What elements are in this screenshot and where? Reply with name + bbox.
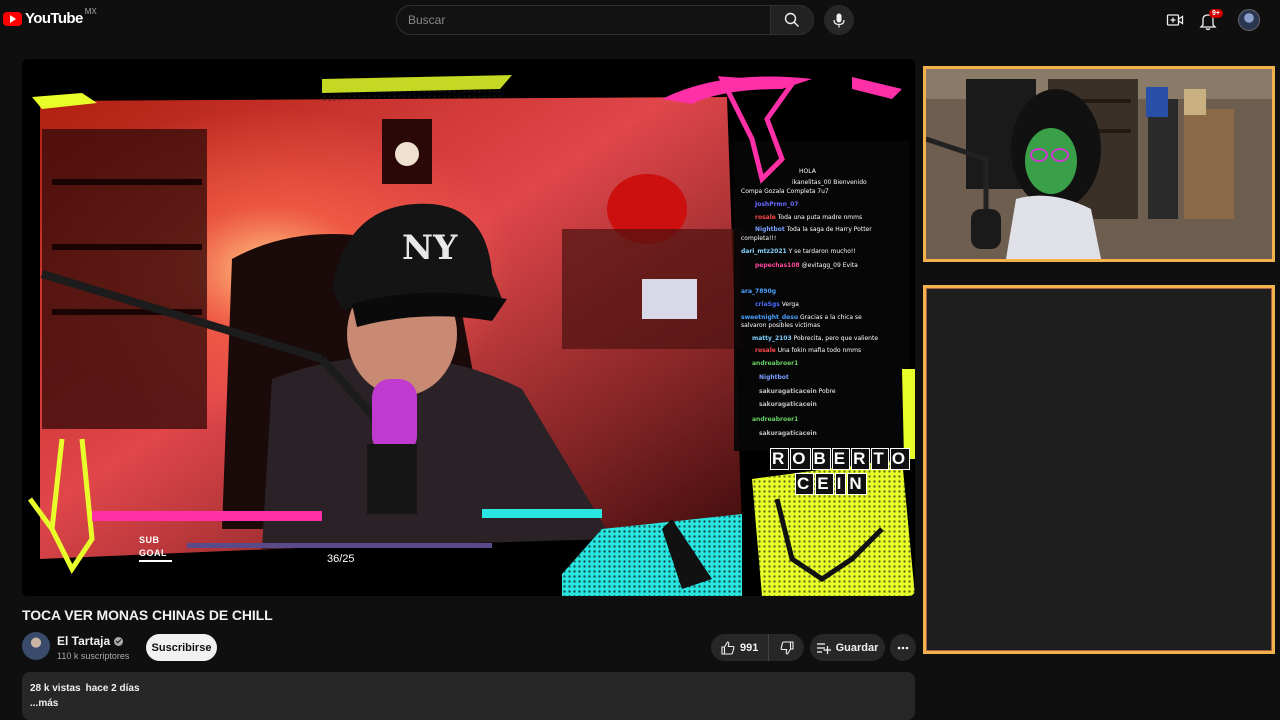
sub-goal-label: SUB GOAL <box>139 534 172 562</box>
chat-message: sakuragaticacein <box>759 401 817 408</box>
upload-date: hace 2 días <box>85 683 140 694</box>
like-count: 991 <box>740 641 759 654</box>
account-avatar[interactable] <box>1238 9 1260 31</box>
chat-message: completa!!! <box>741 235 777 242</box>
video-meta: 28 k vistas hace 2 días <box>30 683 907 694</box>
webcam-thumbnail[interactable] <box>923 66 1275 262</box>
chat-message: matty_2103 Pobrecita, pero que valiente <box>752 335 879 342</box>
chat-message: ara_7890g <box>741 288 777 295</box>
subscriber-count: 110 k suscriptores <box>57 651 130 661</box>
svg-text:NY: NY <box>402 228 458 268</box>
youtube-play-icon <box>3 11 22 26</box>
chat-message: sakuragaticacein <box>759 430 817 437</box>
chat-message: rosale Toda una puta madre nmms <box>755 214 863 221</box>
video-player[interactable]: NY HOLA ikanelitas_00 Bienvenido Compa G… <box>22 59 915 596</box>
like-button[interactable]: 991 <box>711 634 769 661</box>
chat-message: HOLA <box>799 168 816 175</box>
chat-message: dari_mtz2021 Y se tardaron mucho!! <box>741 248 856 255</box>
channel-avatar[interactable] <box>22 632 50 660</box>
youtube-logo[interactable]: YouTube MX <box>3 7 97 27</box>
chat-message: JoshPrmn_07 <box>755 201 799 208</box>
thumbs-down-icon <box>780 640 794 655</box>
chat-message: pepechas108 @evitagg_09 Evita <box>755 262 858 269</box>
search-button[interactable] <box>770 5 814 35</box>
chat-message: Compa Gozala Completa 7u7 <box>741 188 829 195</box>
playlist-add-icon <box>816 642 831 654</box>
chat-message: sakuragaticacein Pobre <box>759 388 836 395</box>
view-count: 28 k vistas <box>30 683 81 694</box>
chat-message: rosale Una fokin mafia todo nmms <box>755 347 862 354</box>
sub-goal-progress: 36/25 <box>327 553 355 565</box>
dislike-button[interactable] <box>769 640 804 655</box>
channel-name[interactable]: El Tartaja <box>57 634 124 648</box>
search-input[interactable] <box>396 5 770 35</box>
verified-check-icon <box>114 636 124 646</box>
streamer-name-tag: ROBERTO <box>770 448 911 470</box>
video-title: TOCA VER MONAS CHINAS DE CHILL <box>22 607 273 623</box>
subscribe-button[interactable]: Suscribirse <box>146 634 217 661</box>
search-icon <box>784 12 799 27</box>
create-button[interactable] <box>1166 8 1184 34</box>
voice-search-button[interactable] <box>824 5 854 35</box>
search-bar <box>396 5 814 35</box>
region-label: MX <box>84 7 97 16</box>
thumbs-up-icon <box>721 640 735 655</box>
channel-name-text: El Tartaja <box>57 634 111 648</box>
show-more-link[interactable]: ...más <box>30 698 907 709</box>
chat-message: ikanelitas_00 Bienvenido <box>792 179 867 186</box>
notification-count-badge: 9+ <box>1209 9 1223 18</box>
logo-text: YouTube <box>25 10 83 27</box>
save-label: Guardar <box>835 641 879 654</box>
empty-overlay-frame <box>923 285 1275 654</box>
more-actions-button[interactable] <box>890 634 916 661</box>
save-button[interactable]: Guardar <box>810 634 885 661</box>
create-video-icon <box>1166 14 1184 26</box>
description-box[interactable]: 28 k vistas hace 2 días ...más <box>22 672 915 720</box>
chat-message: sweetnight_desu Gracias a la chica se <box>741 314 862 321</box>
chat-message: andreabroer1 <box>752 416 799 423</box>
streamer-name-tag-line2: CEIN <box>795 473 867 495</box>
more-horizontal-icon <box>897 646 909 649</box>
chat-message: andreabroer1 <box>752 360 799 367</box>
webcam-image <box>926 69 1272 259</box>
like-dislike-group: 991 <box>711 634 804 661</box>
top-bar: YouTube MX 9+ <box>0 0 1280 40</box>
chat-message: Nightbot Toda la saga de Harry Potter <box>755 226 872 233</box>
chat-message: Nightbot <box>759 374 789 381</box>
microphone-icon <box>833 13 845 27</box>
chat-message: salvaron posibles victimas <box>741 322 821 329</box>
chat-message: criaSgs Verga <box>755 301 799 308</box>
